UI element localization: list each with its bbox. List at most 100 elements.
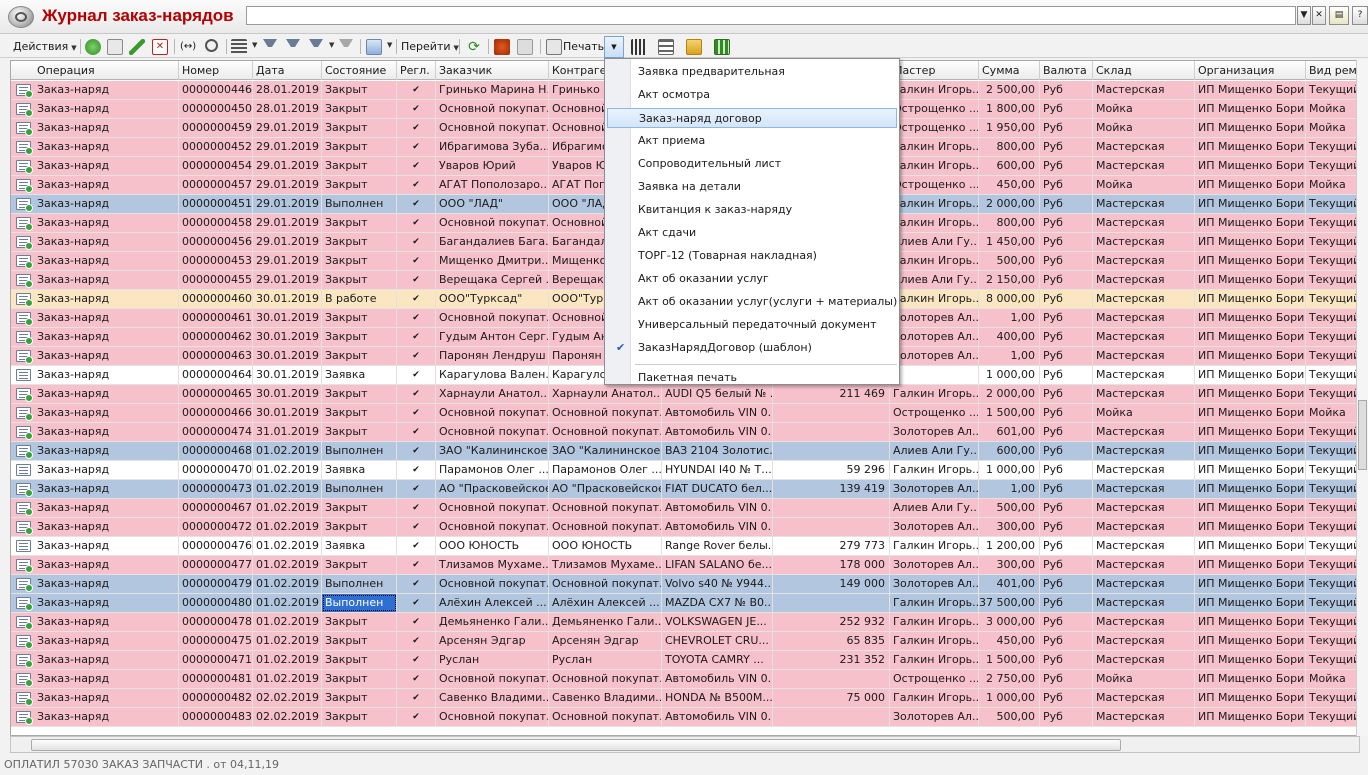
filter-icon[interactable]	[263, 39, 277, 47]
excel-icon[interactable]	[714, 39, 730, 55]
search-input[interactable]	[246, 6, 1296, 25]
filter-by-value-icon[interactable]	[286, 39, 300, 47]
help-icon[interactable]: ?	[1352, 6, 1368, 25]
print-menu-item[interactable]: ✔ ЗаказНарядДоговор (шаблон)	[607, 338, 897, 358]
table-row[interactable]: Заказ-наряд 0000000472 01.02.2019 Закрыт ✔ Ос…	[11, 518, 1367, 537]
add-icon[interactable]	[85, 39, 101, 55]
column-header-currency[interactable]: Валюта	[1040, 61, 1093, 80]
interval-icon[interactable]: (↔)	[180, 39, 196, 55]
cell-master: Золоторев Ал...	[890, 708, 979, 726]
print-menu-item[interactable]: Акт приема	[607, 131, 897, 151]
goto-menu-button[interactable]: Перейти ▼	[401, 38, 459, 56]
print-label[interactable]: Печать	[563, 38, 604, 56]
cell-state: Закрыт	[322, 499, 397, 517]
print-menu-item-label: Квитанция к заказ-наряду	[638, 203, 793, 216]
print-menu-item[interactable]: Акт об оказании услуг	[607, 269, 897, 289]
column-header-master[interactable]: Мастер	[890, 61, 979, 80]
column-header-number[interactable]: Номер	[179, 61, 253, 80]
horizontal-scroll-thumb[interactable]	[31, 739, 1121, 751]
clear-filter-icon[interactable]	[339, 39, 353, 47]
cell-mileage: 252 932	[773, 613, 890, 631]
regl-check-icon: ✔	[397, 195, 436, 213]
structure-icon[interactable]	[517, 39, 533, 55]
cell-number: 0000000471	[179, 651, 253, 669]
column-header-date[interactable]: Дата	[253, 61, 322, 80]
column-header-regl[interactable]: Регл.	[397, 61, 436, 80]
delete-icon[interactable]: ✕	[152, 39, 168, 55]
print-menu-item[interactable]: ТОРГ-12 (Товарная накладная)	[607, 246, 897, 266]
table-row[interactable]: Заказ-наряд 0000000480 01.02.2019 Выполнен ✔…	[11, 594, 1367, 613]
table-row[interactable]: Заказ-наряд 0000000476 01.02.2019 Заявка ✔ ОО…	[11, 537, 1367, 556]
column-header-org[interactable]: Организация	[1195, 61, 1306, 80]
column-header-state[interactable]: Состояние	[322, 61, 397, 80]
cell-org: ИП Мищенко Бори...	[1195, 613, 1306, 631]
table-row[interactable]: Заказ-наряд 0000000475 01.02.2019 Закрыт ✔ Ар…	[11, 632, 1367, 651]
table-row[interactable]: Заказ-наряд 0000000477 01.02.2019 Закрыт ✔ Тл…	[11, 556, 1367, 575]
cell-org: ИП Мищенко Бори...	[1195, 347, 1306, 365]
table-row[interactable]: Заказ-наряд 0000000482 02.02.2019 Закрыт ✔ Са…	[11, 689, 1367, 708]
cell-number: 0000000473	[179, 480, 253, 498]
cell-org: ИП Мищенко Бори...	[1195, 271, 1306, 289]
journal-icon[interactable]	[658, 39, 674, 55]
find-icon[interactable]	[205, 39, 218, 52]
print-menu-item[interactable]: Акт об оказании услуг(услуги + материалы…	[607, 292, 897, 312]
table-row[interactable]: Заказ-наряд 0000000468 01.02.2019 Выполнен ✔…	[11, 442, 1367, 461]
table-row[interactable]: Заказ-наряд 0000000483 02.02.2019 Закрыт ✔ Ос…	[11, 708, 1367, 727]
print-menu-item[interactable]: Акт сдачи	[607, 223, 897, 243]
refresh-icon[interactable]: ⟳	[466, 39, 482, 55]
table-row[interactable]: Заказ-наряд 0000000467 01.02.2019 Закрыт ✔ Ос…	[11, 499, 1367, 518]
print-menu-item[interactable]: Акт осмотра	[607, 85, 897, 105]
print-dropdown-button[interactable]: ▼	[604, 36, 624, 58]
cell-customer: Парамонов Олег ...	[436, 461, 549, 479]
filter-list-icon[interactable]	[309, 39, 323, 47]
cell-state: Закрыт	[322, 670, 397, 688]
cell-sum: 300,00	[979, 556, 1040, 574]
print-menu-item[interactable]: Сопроводительный лист	[607, 154, 897, 174]
column-header-operation[interactable]: Операция	[11, 61, 179, 80]
cell-number: 0000000481	[179, 670, 253, 688]
list-settings-icon[interactable]	[231, 39, 247, 55]
regl-check-icon: ✔	[397, 518, 436, 536]
actions-menu-button[interactable]: Действия ▼	[13, 38, 77, 56]
related-docs-icon[interactable]	[631, 39, 647, 55]
post-document-icon[interactable]	[494, 39, 510, 55]
print-menu-item[interactable]: Квитанция к заказ-наряду	[607, 200, 897, 220]
table-row[interactable]: Заказ-наряд 0000000474 31.01.2019 Закрыт ✔ Ос…	[11, 423, 1367, 442]
cell-warehouse: Мастерская	[1093, 499, 1195, 517]
table-row[interactable]: Заказ-наряд 0000000470 01.02.2019 Заявка ✔ Па…	[11, 461, 1367, 480]
cell-sum: 500,00	[979, 252, 1040, 270]
vertical-scroll-thumb[interactable]	[1358, 400, 1367, 470]
search-clear-icon[interactable]: ✕	[1312, 6, 1326, 25]
cell-date: 28.01.2019	[253, 81, 322, 99]
search-dropdown-icon[interactable]: ▼	[1297, 6, 1311, 25]
cell-state[interactable]: Выполнен	[322, 594, 397, 612]
print-icon[interactable]	[546, 39, 562, 55]
cell-master: Галкин Игорь...	[890, 651, 979, 669]
folder-icon[interactable]	[686, 39, 702, 55]
table-row[interactable]: Заказ-наряд 0000000471 01.02.2019 Закрыт ✔ Ру…	[11, 651, 1367, 670]
print-menu-item[interactable]: Заказ-наряд договор	[607, 108, 897, 128]
table-row[interactable]: Заказ-наряд 0000000473 01.02.2019 Выполнен ✔…	[11, 480, 1367, 499]
cell-customer: Основной покупат...	[436, 670, 549, 688]
column-header-sum[interactable]: Сумма	[979, 61, 1040, 80]
table-row[interactable]: Заказ-наряд 0000000481 01.02.2019 Закрыт ✔ Ос…	[11, 670, 1367, 689]
vertical-scrollbar[interactable]	[1356, 60, 1368, 736]
hierarchy-icon[interactable]	[366, 39, 382, 55]
notes-icon[interactable]: ▤	[1329, 6, 1349, 25]
edit-icon[interactable]	[129, 39, 145, 55]
table-row[interactable]: Заказ-наряд 0000000466 30.01.2019 Закрыт ✔ Ос…	[11, 404, 1367, 423]
table-row[interactable]: Заказ-наряд 0000000479 01.02.2019 Выполнен ✔…	[11, 575, 1367, 594]
cell-state: Закрыт	[322, 271, 397, 289]
print-menu-item[interactable]: Универсальный передаточный документ	[607, 315, 897, 335]
regl-check-icon: ✔	[397, 708, 436, 726]
print-menu-item[interactable]: Заявка предварительная	[607, 62, 897, 82]
cell-sum: 1 200,00	[979, 537, 1040, 555]
cell-org: ИП Мищенко Бори...	[1195, 119, 1306, 137]
horizontal-scrollbar[interactable]	[10, 736, 1360, 753]
copy-icon[interactable]	[107, 39, 123, 55]
column-header-warehouse[interactable]: Склад	[1093, 61, 1195, 80]
table-row[interactable]: Заказ-наряд 0000000478 01.02.2019 Закрыт ✔ Де…	[11, 613, 1367, 632]
print-menu-item[interactable]: Пакетная печать	[607, 368, 897, 388]
column-header-customer[interactable]: Заказчик	[436, 61, 549, 80]
print-menu-item[interactable]: Заявка на детали	[607, 177, 897, 197]
